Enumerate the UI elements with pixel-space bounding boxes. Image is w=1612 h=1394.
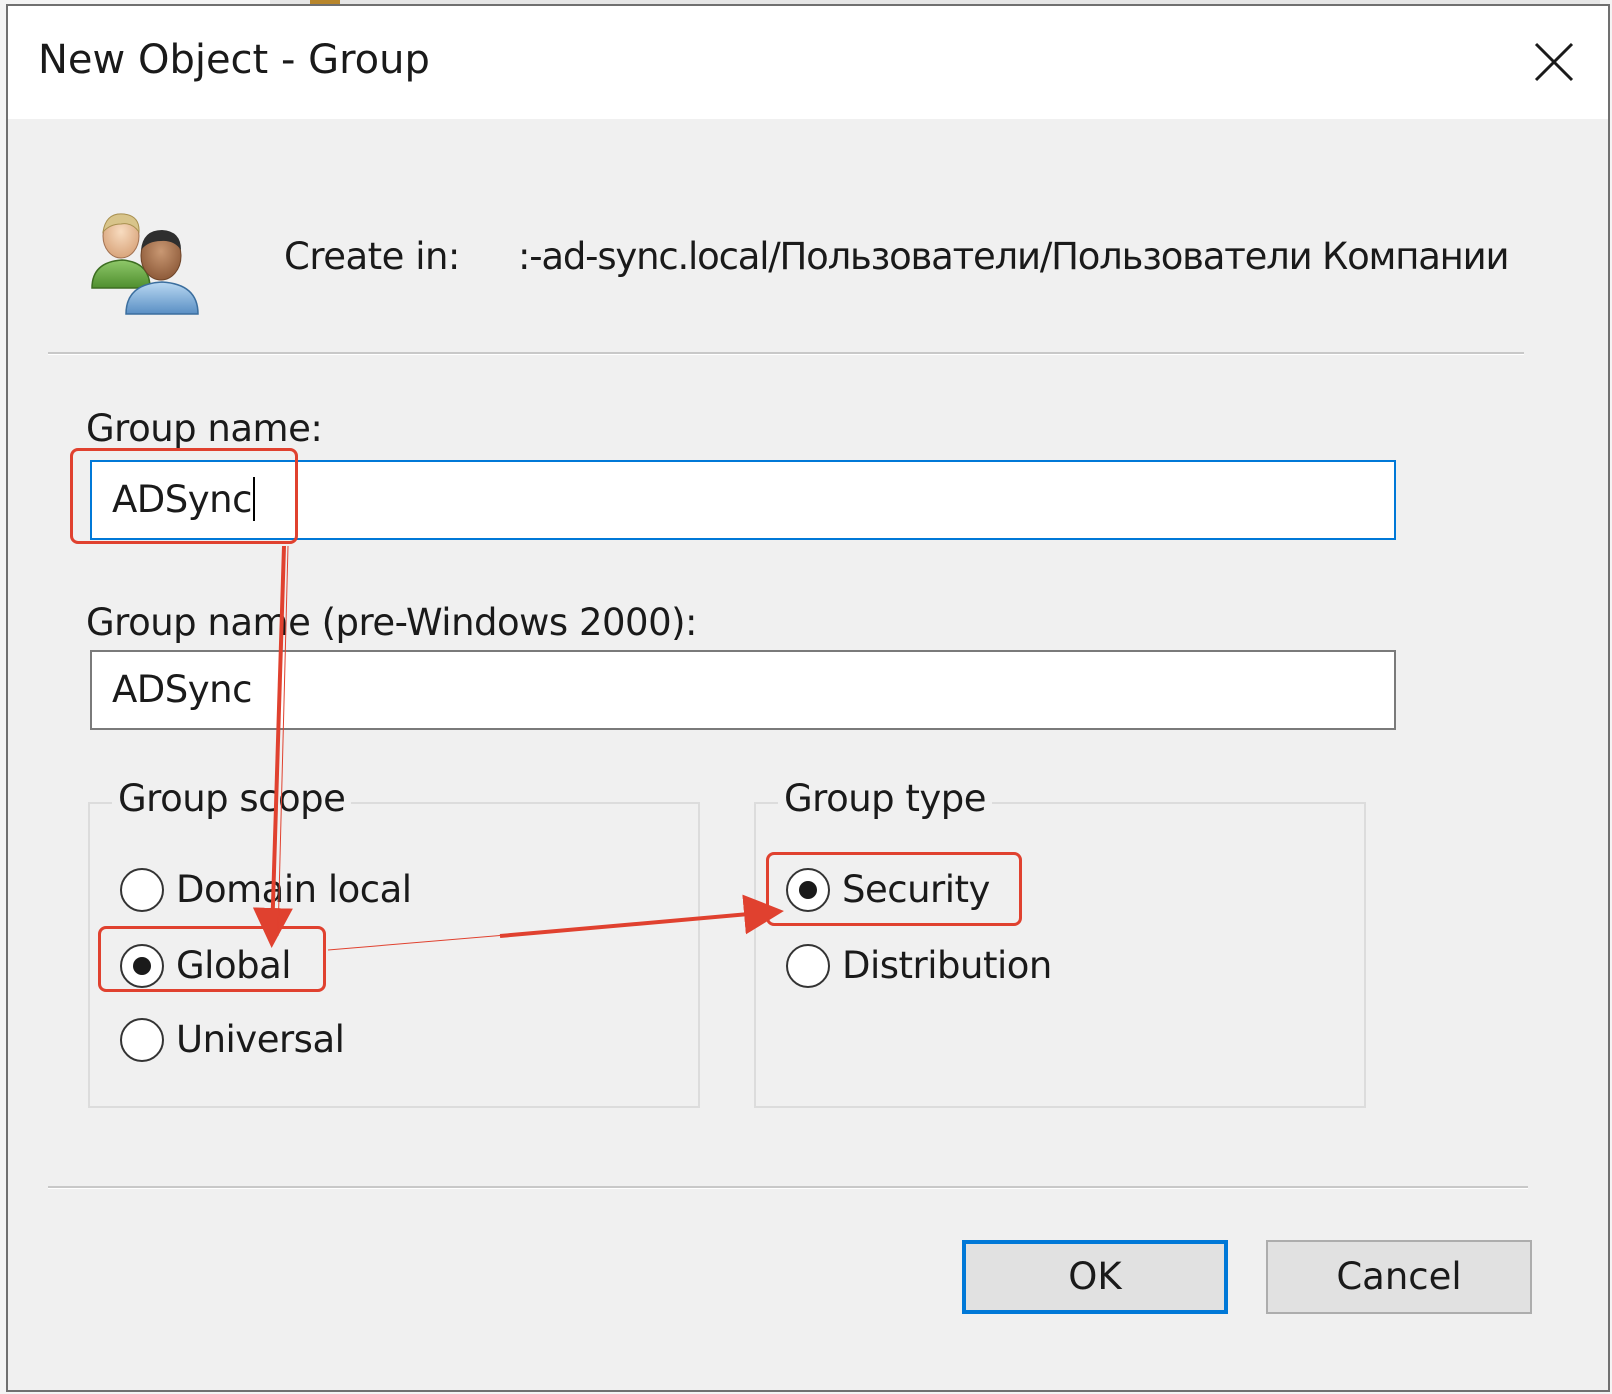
- footer-separator: [48, 1186, 1528, 1189]
- group-scope-legend: Group scope: [112, 780, 352, 817]
- cancel-button[interactable]: Cancel: [1266, 1240, 1532, 1314]
- radio-label: Universal: [176, 1018, 345, 1061]
- radio-button[interactable]: [120, 1018, 164, 1062]
- title-bar: New Object - Group: [8, 6, 1608, 119]
- highlight-global: [98, 926, 326, 992]
- radio-button[interactable]: [786, 944, 830, 988]
- users-group-icon: [88, 206, 212, 318]
- group-name-pre2000-value: ADSync: [112, 668, 252, 711]
- new-object-group-dialog: New Object - Group Create in::-ad-sync.…: [6, 4, 1610, 1392]
- radio-label: Domain local: [176, 868, 412, 911]
- window-title: New Object - Group: [38, 37, 430, 83]
- highlight-group-name: [70, 448, 298, 544]
- create-in-label: Create in:: [284, 235, 460, 278]
- group-name-pre2000-label: Group name (pre-Windows 2000):: [86, 601, 698, 644]
- highlight-security: [766, 852, 1022, 926]
- radio-button[interactable]: [120, 868, 164, 912]
- ok-button[interactable]: OK: [962, 1240, 1228, 1314]
- group-type-box: Group type Security Distribution: [754, 780, 1366, 1108]
- close-icon: [1534, 42, 1574, 82]
- header-separator: [48, 352, 1524, 355]
- create-in-path: :-ad-sync.local/Пользователи/Пользовател…: [518, 235, 1510, 278]
- group-type-legend: Group type: [778, 780, 993, 817]
- close-button[interactable]: [1526, 34, 1582, 90]
- radio-label: Distribution: [842, 944, 1052, 987]
- group-name-pre2000-input[interactable]: ADSync: [90, 650, 1396, 730]
- group-name-label: Group name:: [86, 407, 323, 450]
